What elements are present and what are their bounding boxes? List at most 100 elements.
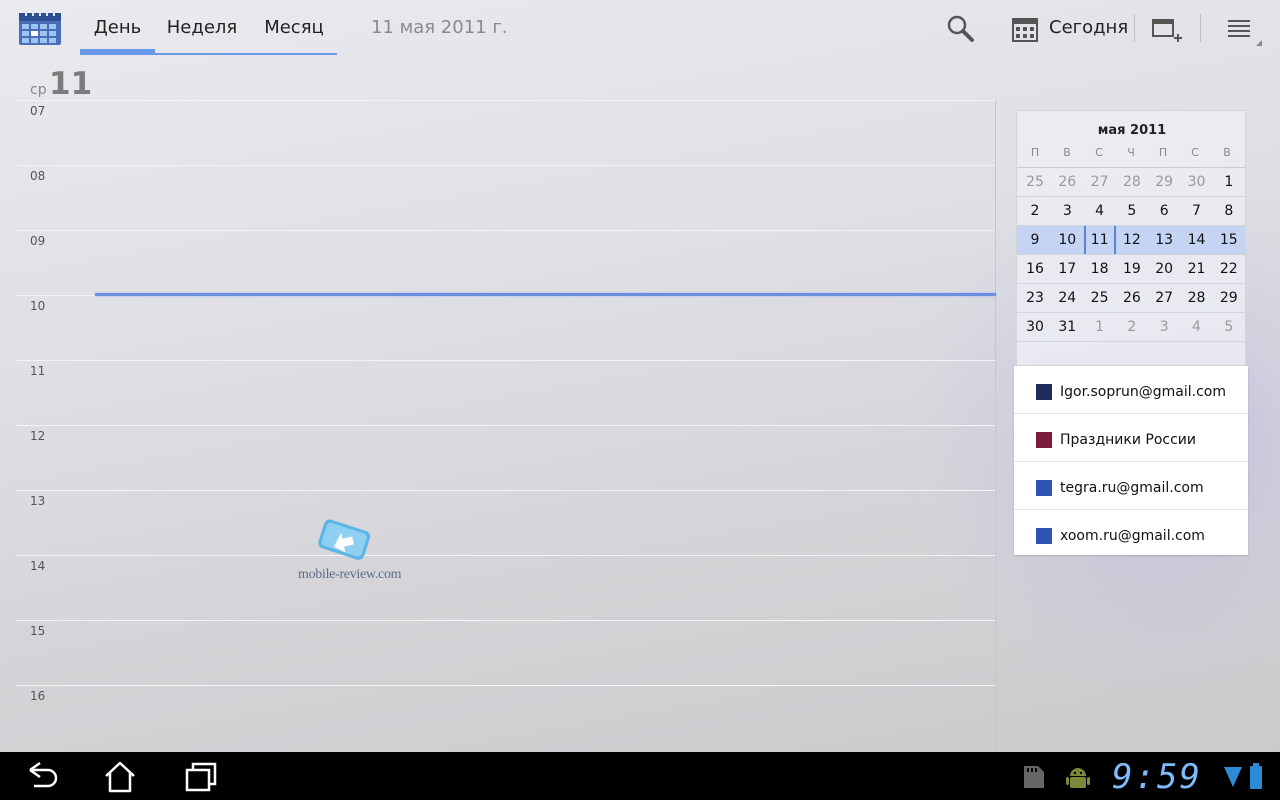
- mini-month-day[interactable]: 9: [1019, 226, 1051, 254]
- mini-month-day[interactable]: 24: [1051, 284, 1083, 312]
- new-event-button[interactable]: [1148, 12, 1184, 46]
- overflow-menu-button[interactable]: [1216, 10, 1264, 48]
- mini-month-day[interactable]: 8: [1213, 197, 1245, 225]
- mini-month-day[interactable]: 15: [1213, 226, 1245, 254]
- today-button[interactable]: Сегодня: [1006, 8, 1128, 48]
- mini-month-day[interactable]: 1: [1084, 313, 1116, 341]
- mini-month-title: мая 2011: [1097, 123, 1167, 138]
- calendars-list: Igor.soprun@gmail.com Праздники России t…: [1014, 366, 1248, 555]
- mini-month-day[interactable]: 28: [1116, 168, 1148, 196]
- weekday-header: С: [1095, 146, 1103, 159]
- mini-month-day[interactable]: 26: [1051, 168, 1083, 196]
- mini-month-day[interactable]: 29: [1148, 168, 1180, 196]
- mini-month-day[interactable]: 29: [1213, 284, 1245, 312]
- mini-month-day[interactable]: 27: [1148, 284, 1180, 312]
- calendar-item[interactable]: tegra.ru@gmail.com: [1014, 462, 1248, 510]
- action-divider: [1134, 14, 1135, 42]
- calendar-color-swatch: [1036, 528, 1052, 544]
- mini-month-today[interactable]: 11: [1083, 226, 1116, 254]
- hour-line: [16, 165, 996, 166]
- mini-month-day[interactable]: 4: [1181, 313, 1213, 341]
- mini-month-day[interactable]: 31: [1051, 313, 1083, 341]
- mini-month-day[interactable]: 25: [1019, 168, 1051, 196]
- mini-month-day[interactable]: 21: [1181, 255, 1213, 283]
- mini-month-week-row[interactable]: 30 31 1 2 3 4 5: [1017, 313, 1245, 342]
- calendar-color-swatch: [1036, 432, 1052, 448]
- hour-label: 14: [30, 559, 46, 573]
- hour-line: [16, 230, 996, 231]
- tab-month[interactable]: Месяц: [254, 0, 334, 56]
- tab-week[interactable]: Неделя: [160, 0, 244, 56]
- calendar-item[interactable]: Праздники России: [1014, 414, 1248, 462]
- mini-month-day[interactable]: 4: [1084, 197, 1116, 225]
- hour-line: [16, 100, 996, 101]
- mini-month-day[interactable]: 30: [1019, 313, 1051, 341]
- tab-day[interactable]: День: [80, 0, 155, 56]
- calendar-name: xoom.ru@gmail.com: [1060, 528, 1205, 544]
- back-button[interactable]: [16, 758, 64, 794]
- mini-month-week-row[interactable]: 9 10 11 12 13 14 15: [1017, 226, 1245, 255]
- mini-month-day[interactable]: 14: [1181, 226, 1213, 254]
- mini-month-week-row[interactable]: 25 26 27 28 29 30 1: [1017, 168, 1245, 197]
- calendar-name: Igor.soprun@gmail.com: [1060, 384, 1226, 400]
- mini-month-week-row[interactable]: 23 24 25 26 27 28 29: [1017, 284, 1245, 313]
- mini-month-day[interactable]: 10: [1051, 226, 1083, 254]
- today-calendar-icon: [1012, 18, 1038, 42]
- weekday-header: В: [1223, 146, 1231, 159]
- system-bar: 9:59: [0, 752, 1280, 800]
- weekday-header: В: [1063, 146, 1071, 159]
- back-icon: [29, 761, 58, 788]
- hour-label: 15: [30, 624, 46, 638]
- mini-month-day[interactable]: 2: [1019, 197, 1051, 225]
- hour-line: [16, 685, 996, 686]
- current-time-line: [95, 293, 996, 296]
- mini-month-day[interactable]: 23: [1019, 284, 1051, 312]
- calendar-name: tegra.ru@gmail.com: [1060, 480, 1204, 496]
- mini-month-day[interactable]: 28: [1181, 284, 1213, 312]
- weekday-header: П: [1158, 146, 1168, 159]
- search-button[interactable]: [940, 10, 980, 46]
- active-tab-indicator: [80, 49, 155, 55]
- weekday-header: П: [1030, 146, 1040, 159]
- mini-month-day[interactable]: 2: [1116, 313, 1148, 341]
- mini-month-day[interactable]: 7: [1181, 197, 1213, 225]
- hour-line: [16, 620, 996, 621]
- day-of-week-label: ср: [30, 82, 47, 98]
- mini-month-day[interactable]: 13: [1148, 226, 1180, 254]
- mini-month-day[interactable]: 3: [1051, 197, 1083, 225]
- mini-month-day[interactable]: 16: [1019, 255, 1051, 283]
- mini-month-day[interactable]: 26: [1116, 284, 1148, 312]
- hour-line: [16, 360, 996, 361]
- mini-month-day[interactable]: 5: [1213, 313, 1245, 341]
- hour-label: 13: [30, 494, 46, 508]
- mini-month-day[interactable]: 3: [1148, 313, 1180, 341]
- mini-month-week-row[interactable]: 2345678: [1017, 197, 1245, 226]
- mini-month-day[interactable]: 27: [1084, 168, 1116, 196]
- mini-month-day[interactable]: 18: [1084, 255, 1116, 283]
- weekday-header: Ч: [1127, 146, 1135, 159]
- hour-label: 12: [30, 429, 46, 443]
- calendar-app-icon[interactable]: [18, 10, 62, 46]
- mini-month-day[interactable]: 6: [1148, 197, 1180, 225]
- new-event-icon: [1152, 19, 1182, 42]
- mini-month-day[interactable]: 30: [1181, 168, 1213, 196]
- hour-label: 10: [30, 299, 46, 313]
- day-grid[interactable]: 07 08 09 10 11 12 13 14 15 16: [16, 100, 996, 752]
- mini-month-calendar: мая 2011 П В С Ч П С В 25 26 27 28 29 30 1 2 3 4 5…: [1016, 110, 1246, 366]
- calendar-item[interactable]: xoom.ru@gmail.com: [1014, 510, 1248, 558]
- mini-month-day[interactable]: 1: [1213, 168, 1245, 196]
- weekday-header: С: [1191, 146, 1199, 159]
- mini-month-day[interactable]: 5: [1116, 197, 1148, 225]
- mini-month-day[interactable]: 17: [1051, 255, 1083, 283]
- clock[interactable]: 9:59: [1112, 757, 1202, 797]
- recent-apps-button[interactable]: [178, 758, 226, 794]
- calendar-item[interactable]: Igor.soprun@gmail.com: [1014, 366, 1248, 414]
- home-button[interactable]: [96, 758, 144, 794]
- mini-month-day[interactable]: 12: [1116, 226, 1148, 254]
- mini-month-day[interactable]: 22: [1213, 255, 1245, 283]
- mini-month-day[interactable]: 25: [1084, 284, 1116, 312]
- hour-line: [16, 490, 996, 491]
- mini-month-week-row[interactable]: 16 17 18 19 20 21 22: [1017, 255, 1245, 284]
- mini-month-day[interactable]: 19: [1116, 255, 1148, 283]
- mini-month-day[interactable]: 20: [1148, 255, 1180, 283]
